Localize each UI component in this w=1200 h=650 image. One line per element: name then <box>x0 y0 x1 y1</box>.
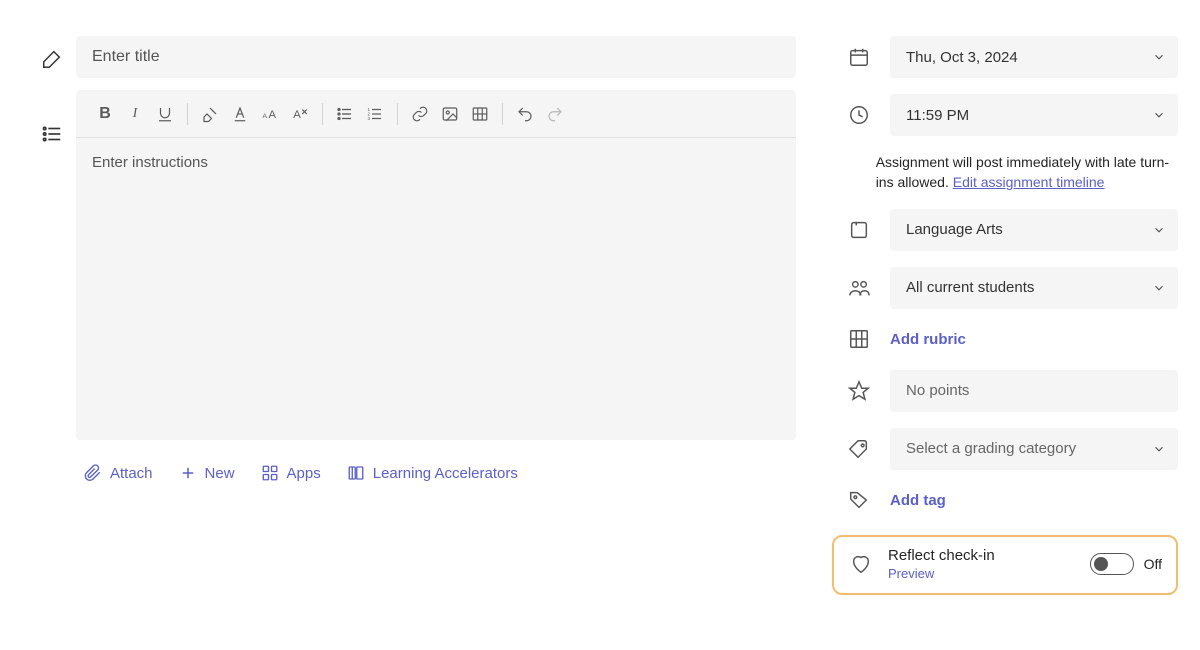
editor-toolbar: B I AA A 123 <box>76 90 796 138</box>
chevron-down-icon <box>1152 223 1166 237</box>
undo-button[interactable] <box>510 99 540 129</box>
accelerators-label: Learning Accelerators <box>373 465 518 482</box>
students-select[interactable]: All current students <box>890 267 1178 309</box>
class-select[interactable]: Language Arts <box>890 209 1178 251</box>
svg-text:3: 3 <box>368 116 371 121</box>
separator <box>397 103 398 125</box>
clear-formatting-button[interactable]: A <box>285 99 315 129</box>
separator <box>502 103 503 125</box>
edit-icon <box>41 48 63 73</box>
due-time-value: 11:59 PM <box>906 107 969 124</box>
instructions-editor: B I AA A 123 Enter instructions <box>76 90 796 440</box>
svg-text:A: A <box>263 112 268 119</box>
timeline-note: Assignment will post immediately with la… <box>876 152 1178 193</box>
due-date-select[interactable]: Thu, Oct 3, 2024 <box>890 36 1178 78</box>
tag-icon <box>842 489 876 511</box>
points-input[interactable]: No points <box>890 370 1178 412</box>
calendar-icon <box>842 46 876 68</box>
learning-accelerators-button[interactable]: Learning Accelerators <box>347 464 518 482</box>
due-date-value: Thu, Oct 3, 2024 <box>906 49 1018 66</box>
redo-button[interactable] <box>540 99 570 129</box>
reflect-checkin-callout: Reflect check-in Preview Off <box>832 535 1178 595</box>
apps-button[interactable]: Apps <box>261 464 321 482</box>
category-icon <box>842 438 876 460</box>
new-label: New <box>205 465 235 482</box>
class-icon <box>842 219 876 241</box>
add-rubric-link[interactable]: Add rubric <box>890 325 966 354</box>
clock-icon <box>842 104 876 126</box>
points-icon <box>842 380 876 402</box>
chevron-down-icon <box>1152 281 1166 295</box>
highlight-button[interactable] <box>195 99 225 129</box>
grading-category-placeholder: Select a grading category <box>906 440 1076 457</box>
chevron-down-icon <box>1152 50 1166 64</box>
font-size-button[interactable]: AA <box>255 99 285 129</box>
table-button[interactable] <box>465 99 495 129</box>
attach-button[interactable]: Attach <box>84 464 153 482</box>
reflect-toggle[interactable] <box>1090 553 1134 575</box>
apps-label: Apps <box>287 465 321 482</box>
heart-icon <box>844 553 878 575</box>
reflect-title: Reflect check-in <box>888 547 1080 564</box>
new-button[interactable]: New <box>179 464 235 482</box>
chevron-down-icon <box>1152 108 1166 122</box>
attach-label: Attach <box>110 465 153 482</box>
link-button[interactable] <box>405 99 435 129</box>
edit-timeline-link[interactable]: Edit assignment timeline <box>953 174 1105 190</box>
font-color-button[interactable] <box>225 99 255 129</box>
grading-category-select[interactable]: Select a grading category <box>890 428 1178 470</box>
italic-button[interactable]: I <box>120 99 150 129</box>
reflect-toggle-state: Off <box>1144 556 1162 572</box>
svg-text:A: A <box>269 108 277 120</box>
separator <box>322 103 323 125</box>
students-icon <box>842 277 876 299</box>
rubric-icon <box>842 328 876 350</box>
reflect-preview-badge[interactable]: Preview <box>888 566 1080 581</box>
students-value: All current students <box>906 279 1034 296</box>
due-time-select[interactable]: 11:59 PM <box>890 94 1178 136</box>
bullet-list-button[interactable] <box>330 99 360 129</box>
instructions-input[interactable]: Enter instructions <box>76 138 796 440</box>
outline-icon <box>41 123 63 148</box>
image-button[interactable] <box>435 99 465 129</box>
add-tag-link[interactable]: Add tag <box>890 486 946 515</box>
underline-button[interactable] <box>150 99 180 129</box>
chevron-down-icon <box>1152 442 1166 456</box>
numbered-list-button[interactable]: 123 <box>360 99 390 129</box>
separator <box>187 103 188 125</box>
title-input[interactable] <box>76 36 796 78</box>
class-value: Language Arts <box>906 221 1003 238</box>
bold-button[interactable]: B <box>90 99 120 129</box>
svg-text:A: A <box>293 108 301 120</box>
